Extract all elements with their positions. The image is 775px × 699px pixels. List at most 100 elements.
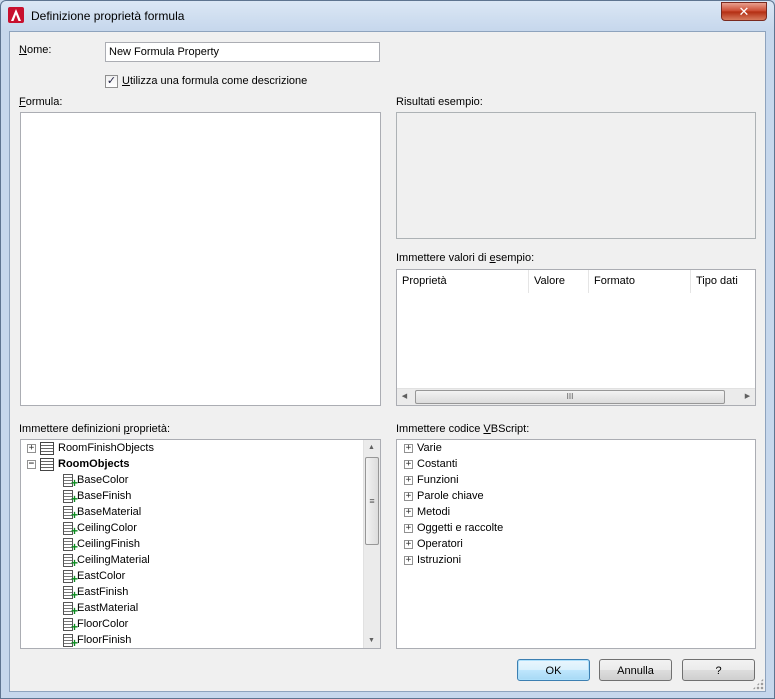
tree-item-label: Operatori [417,538,463,550]
scroll-down-icon[interactable]: ▼ [364,633,379,648]
tree-item-ceilingcolor[interactable]: CeilingColor [63,520,137,537]
dialog-client-area: Nome: ✓ Utilizza una formula come descri… [9,31,766,692]
add-property-icon [63,633,78,648]
tree-item-label: FloorFinish [77,634,132,646]
use-formula-checkbox[interactable]: ✓ [105,75,118,88]
sample-values-grid[interactable]: Proprietà Valore Formato Tipo dati ◀ III… [396,269,756,406]
window-title: Definizione proprietà formula [31,9,185,23]
expand-icon[interactable]: + [404,491,413,501]
formula-label: Formula: [19,96,62,108]
expand-icon[interactable]: + [404,555,413,565]
expand-icon[interactable]: + [404,539,413,549]
column-header-property[interactable]: Proprietà [397,270,529,293]
tree-item-label: EastFinish [77,586,129,598]
grip-icon: ≡ [369,496,375,506]
vbscript-item-costanti[interactable]: + Costanti [404,456,457,472]
expand-icon[interactable]: + [27,443,36,453]
vbscript-item-parole-chiave[interactable]: + Parole chiave [404,488,484,504]
tree-item-eastcolor[interactable]: EastColor [63,568,126,585]
expand-icon[interactable]: + [404,523,413,533]
tree-item-label: CeilingColor [77,522,137,534]
vbscript-label-post: BScript: [490,423,530,435]
collapse-icon[interactable]: − [27,459,36,469]
tree-item-roomobjects[interactable]: − RoomObjects [27,456,130,472]
property-set-icon [40,441,54,455]
vbscript-item-operatori[interactable]: + Operatori [404,536,463,552]
expand-icon[interactable]: + [404,443,413,453]
add-property-icon [63,505,78,521]
expand-icon[interactable]: + [404,475,413,485]
tree-item-label: BaseColor [77,474,129,486]
tree-item-label: BaseMaterial [77,506,142,518]
tree-item-floorcolor[interactable]: FloorColor [63,616,129,633]
close-icon: ✕ [738,4,750,19]
tree-item-label: FloorColor [77,618,129,630]
tree-item-label: BaseFinish [77,490,132,502]
ok-button[interactable]: OK [517,659,590,681]
property-definitions-tree[interactable]: + RoomFinishObjects − RoomObjects BaseColo… [20,439,381,649]
tree-item-label: Funzioni [417,474,459,486]
tree-item-eastmaterial[interactable]: EastMaterial [63,600,139,617]
add-property-icon [63,569,78,585]
tree-item-label: EastMaterial [77,602,139,614]
title-bar[interactable]: Definizione proprietà formula ✕ [1,1,774,31]
tree-item-label: Costanti [417,458,458,470]
formula-editor[interactable] [20,112,381,406]
tree-item-label: CeilingMaterial [77,554,150,566]
vertical-scroll-thumb[interactable]: ≡ [365,457,379,545]
formula-label-text: ormula: [25,96,63,108]
name-input[interactable] [105,42,380,62]
add-property-icon [63,585,78,601]
tree-item-label: Istruzioni [417,554,462,566]
checkmark-icon: ✓ [106,75,117,87]
sample-values-label-pre: Immettere valori di [396,252,490,264]
property-definitions-label: Immettere definizioni proprietà: [19,423,170,435]
close-button[interactable]: ✕ [721,2,767,21]
expand-icon[interactable]: + [404,507,413,517]
sample-values-label-post: sempio: [495,252,535,264]
tree-item-label: Parole chiave [417,490,484,502]
grid-horizontal-scrollbar[interactable]: ◀ III ▶ [397,388,755,405]
column-header-value[interactable]: Valore [529,270,589,293]
tree-item-ceilingmaterial[interactable]: CeilingMaterial [63,552,150,569]
add-property-icon [63,617,78,633]
dialog-window: Definizione proprietà formula ✕ Nome: ✓ … [0,0,775,699]
grid-header: Proprietà Valore Formato Tipo dati [397,270,755,293]
tree-item-label: Varie [417,442,442,454]
column-header-format[interactable]: Formato [589,270,691,293]
tree-item-floorfinish[interactable]: FloorFinish [63,632,131,648]
vbscript-tree[interactable]: + Varie + Costanti + Funzioni + Parole chiav… [396,439,756,649]
vbscript-label: Immettere codice VBScript: [396,423,529,435]
vbscript-item-metodi[interactable]: + Metodi [404,504,450,520]
column-header-data-type[interactable]: Tipo dati [691,270,755,293]
tree-item-roomfinishobjects[interactable]: + RoomFinishObjects [27,440,154,456]
tree-item-label: Oggetti e raccolte [417,522,504,534]
tree-item-basematerial[interactable]: BaseMaterial [63,504,142,521]
tree-vertical-scrollbar[interactable]: ▲ ≡ ▼ [363,440,380,648]
use-formula-label-text: tilizza una formula come descrizione [129,75,308,87]
name-label: Nome: [19,44,51,56]
tree-item-label: EastColor [77,570,126,582]
vbscript-item-varie[interactable]: + Varie [404,440,442,456]
vbscript-label-mnemonic: V [483,423,491,435]
help-button[interactable]: ? [682,659,755,681]
vbscript-item-istruzioni[interactable]: + Istruzioni [404,552,461,568]
scroll-left-icon[interactable]: ◀ [397,389,412,404]
property-definitions-label-pre: Immettere definizioni [19,423,124,435]
scroll-right-icon[interactable]: ▶ [740,389,755,404]
tree-item-label: Metodi [417,506,451,518]
grip-icon: III [566,392,574,401]
sample-results-box [396,112,756,239]
cancel-button[interactable]: Annulla [599,659,672,681]
expand-icon[interactable]: + [404,459,413,469]
horizontal-scroll-thumb[interactable]: III [415,390,725,404]
tree-item-basefinish[interactable]: BaseFinish [63,488,132,505]
vbscript-item-funzioni[interactable]: + Funzioni [404,472,459,488]
tree-item-basecolor[interactable]: BaseColor [63,472,129,489]
tree-item-ceilingfinish[interactable]: CeilingFinish [63,536,140,553]
tree-item-eastfinish[interactable]: EastFinish [63,584,129,601]
scroll-up-icon[interactable]: ▲ [364,440,379,455]
use-formula-label[interactable]: Utilizza una formula come descrizione [122,75,307,87]
add-property-icon [63,601,78,617]
vbscript-item-oggetti-e-raccolte[interactable]: + Oggetti e raccolte [404,520,503,536]
